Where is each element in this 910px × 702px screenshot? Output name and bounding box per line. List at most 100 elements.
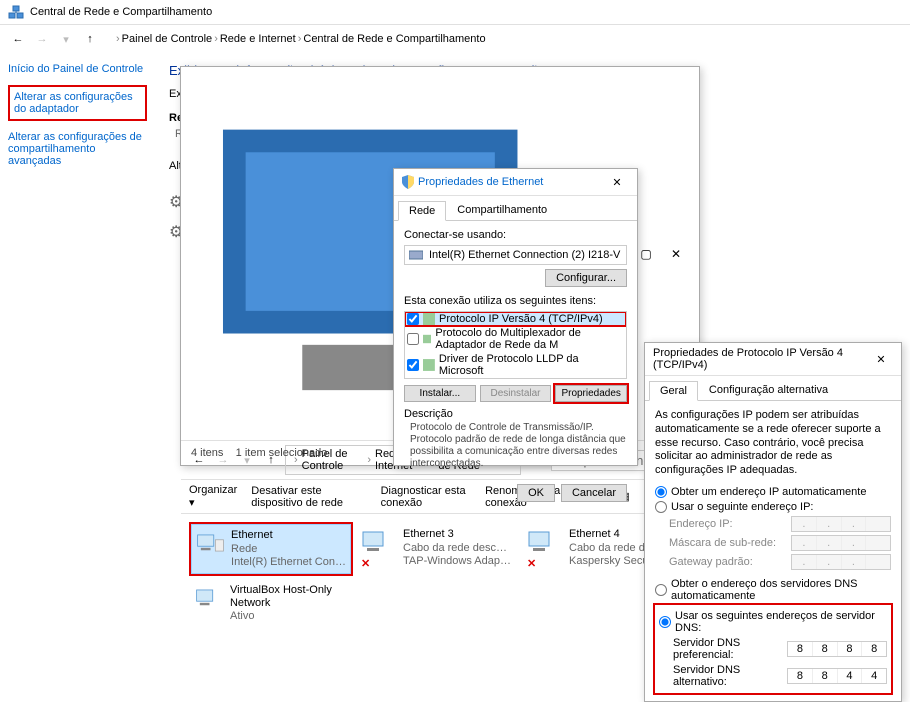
disconnected-icon: ✕ — [527, 557, 536, 570]
subnet-mask-label: Máscara de sub-rede: — [669, 537, 791, 549]
network-adapter-icon — [361, 528, 397, 556]
device-field: Intel(R) Ethernet Connection (2) I218-V — [404, 245, 627, 265]
adapter-status: Ativo — [230, 610, 347, 623]
close-button[interactable]: ✕ — [605, 173, 629, 191]
properties-button[interactable]: Propriedades — [555, 385, 627, 402]
uninstall-button: Desinstalar — [480, 385, 552, 402]
adapter-name: VirtualBox Host-Only Network — [230, 584, 347, 610]
items-label: Esta conexão utiliza os seguintes itens: — [404, 295, 627, 307]
back-button[interactable]: ← — [8, 29, 28, 49]
organize-menu[interactable]: Organizar ▾ — [189, 484, 237, 509]
tab-general[interactable]: Geral — [649, 381, 698, 401]
dns-pref-label: Servidor DNS preferencial: — [673, 637, 787, 661]
disable-device-button[interactable]: Desativar este dispositivo de rede — [251, 485, 366, 509]
dns-pref-input[interactable]: 8888 — [787, 641, 887, 657]
protocol-icon — [423, 313, 435, 325]
chevron-right-icon: › — [116, 33, 120, 45]
adapter-status: Cabo da rede desconectado — [403, 542, 513, 555]
protocol-item[interactable]: Protocolo IP Versão 6 (TCP/IPv6) — [405, 378, 626, 379]
ok-button[interactable]: OK — [517, 484, 555, 502]
adapter-list: Ethernet Rede Intel(R) Ethernet Connecti… — [181, 514, 699, 637]
dns-alt-input[interactable]: 8844 — [787, 668, 887, 684]
main-window-titlebar: Central de Rede e Compartilhamento — [0, 0, 910, 25]
sidebar: Início do Painel de Controle Alterar as … — [0, 53, 155, 252]
gateway-input: ... — [791, 554, 891, 570]
ip-manual-radio-row[interactable]: Usar o seguinte endereço IP: — [655, 501, 891, 513]
adapter-device: TAP-Windows Adapter V9 — [403, 555, 513, 568]
sidebar-change-sharing-link[interactable]: Alterar as configurações de compartilham… — [8, 131, 147, 167]
protocol-checkbox[interactable] — [407, 333, 419, 345]
eth-tabs: Rede Compartilhamento — [394, 200, 637, 221]
sidebar-change-adapter-link[interactable]: Alterar as configurações do adaptador — [8, 85, 147, 121]
ipv4-description: As configurações IP podem ser atribuídas… — [655, 409, 891, 478]
protocol-checkbox[interactable] — [407, 313, 419, 325]
adapter-name: Ethernet — [231, 529, 346, 542]
ipv4-dialog-title: Propriedades de Protocolo IP Versão 4 (T… — [653, 347, 869, 371]
breadcrumb-item[interactable]: Central de Rede e Compartilhamento — [303, 33, 485, 45]
protocol-checkbox[interactable] — [407, 359, 419, 371]
dns-manual-radio[interactable] — [659, 616, 671, 628]
status-selected: 1 item selecionado — [236, 447, 328, 459]
protocol-label: Protocolo IP Versão 4 (TCP/IPv4) — [439, 313, 603, 325]
adapter-ethernet3[interactable]: ✕ Ethernet 3 Cabo da rede desconectado T… — [357, 524, 517, 574]
close-button[interactable]: ✕ — [869, 350, 893, 368]
cancel-button[interactable]: Cancelar — [561, 484, 627, 502]
main-nav-bar: ← → ▾ ↑ › Painel de Controle › Rede e In… — [0, 25, 910, 53]
up-button[interactable]: ↑ — [80, 29, 100, 49]
description-heading: Descrição — [404, 408, 627, 420]
ip-auto-radio[interactable] — [655, 486, 667, 498]
network-adapter-icon — [196, 529, 225, 557]
dns-auto-radio-row[interactable]: Obter o endereço dos servidores DNS auto… — [655, 578, 891, 602]
tab-sharing[interactable]: Compartilhamento — [446, 200, 558, 220]
adapter-device: Intel(R) Ethernet Connectio... — [231, 556, 346, 569]
chevron-right-icon: › — [214, 33, 218, 45]
dns-manual-label: Usar os seguintes endereços de servidor … — [675, 610, 887, 634]
ip-auto-label: Obter um endereço IP automaticamente — [671, 486, 866, 498]
ipv4-dialog-titlebar: Propriedades de Protocolo IP Versão 4 (T… — [645, 343, 901, 376]
eth-dialog-title: Propriedades de Ethernet — [418, 176, 605, 188]
breadcrumb: › Painel de Controle › Rede e Internet ›… — [114, 33, 486, 45]
sidebar-home-link[interactable]: Início do Painel de Controle — [8, 63, 147, 75]
ipv4-properties-dialog: Propriedades de Protocolo IP Versão 4 (T… — [644, 342, 902, 702]
adapter-virtualbox[interactable]: VirtualBox Host-Only Network Ativo — [191, 580, 351, 628]
adapter-name: Ethernet 3 — [403, 528, 513, 541]
protocol-item[interactable]: Protocolo do Multiplexador de Adaptador … — [405, 326, 626, 352]
ip-auto-radio-row[interactable]: Obter um endereço IP automaticamente — [655, 486, 891, 498]
dns-manual-radio-row[interactable]: Usar os seguintes endereços de servidor … — [659, 610, 887, 634]
protocol-label: Driver de Protocolo LLDP da Microsoft — [439, 353, 624, 377]
ip-manual-radio[interactable] — [655, 501, 667, 513]
install-button[interactable]: Instalar... — [404, 385, 476, 402]
disconnected-icon: ✕ — [361, 557, 370, 570]
protocol-item-tcpipv4[interactable]: Protocolo IP Versão 4 (TCP/IPv4) — [405, 312, 626, 326]
network-adapter-icon — [195, 584, 224, 612]
forward-button[interactable]: → — [32, 29, 52, 49]
gateway-label: Gateway padrão: — [669, 556, 791, 568]
recent-dropdown[interactable]: ▾ — [56, 29, 76, 49]
protocol-list[interactable]: Protocolo IP Versão 4 (TCP/IPv4) Protoco… — [404, 311, 627, 379]
tab-network[interactable]: Rede — [398, 201, 446, 221]
protocol-icon — [423, 333, 431, 345]
configure-button[interactable]: Configurar... — [545, 269, 627, 287]
protocol-label: Protocolo do Multiplexador de Adaptador … — [435, 327, 624, 351]
ip-address-label: Endereço IP: — [669, 518, 791, 530]
subnet-mask-input: ... — [791, 535, 891, 551]
description-text: Protocolo de Controle de Transmissão/IP.… — [404, 420, 627, 470]
dns-auto-radio[interactable] — [655, 584, 667, 596]
ipv4-tabs: Geral Configuração alternativa — [645, 380, 901, 401]
dns-manual-section: Usar os seguintes endereços de servidor … — [655, 605, 891, 693]
ip-manual-label: Usar o seguinte endereço IP: — [671, 501, 813, 513]
breadcrumb-item[interactable]: Rede e Internet — [220, 33, 296, 45]
adapter-status: Rede — [231, 543, 346, 556]
adapter-ethernet[interactable]: Ethernet Rede Intel(R) Ethernet Connecti… — [191, 524, 351, 574]
breadcrumb-item[interactable]: Painel de Controle — [122, 33, 213, 45]
protocol-icon — [423, 359, 435, 371]
tab-alt-config[interactable]: Configuração alternativa — [698, 380, 839, 400]
close-button[interactable]: ✕ — [661, 243, 691, 265]
eth-dialog-titlebar: Propriedades de Ethernet ✕ — [394, 169, 637, 196]
shield-icon — [402, 175, 414, 189]
protocol-item[interactable]: Driver de Protocolo LLDP da Microsoft — [405, 352, 626, 378]
status-count: 4 itens — [191, 447, 223, 459]
dns-auto-label: Obter o endereço dos servidores DNS auto… — [671, 578, 891, 602]
dns-alt-label: Servidor DNS alternativo: — [673, 664, 787, 688]
nic-icon — [409, 249, 423, 261]
